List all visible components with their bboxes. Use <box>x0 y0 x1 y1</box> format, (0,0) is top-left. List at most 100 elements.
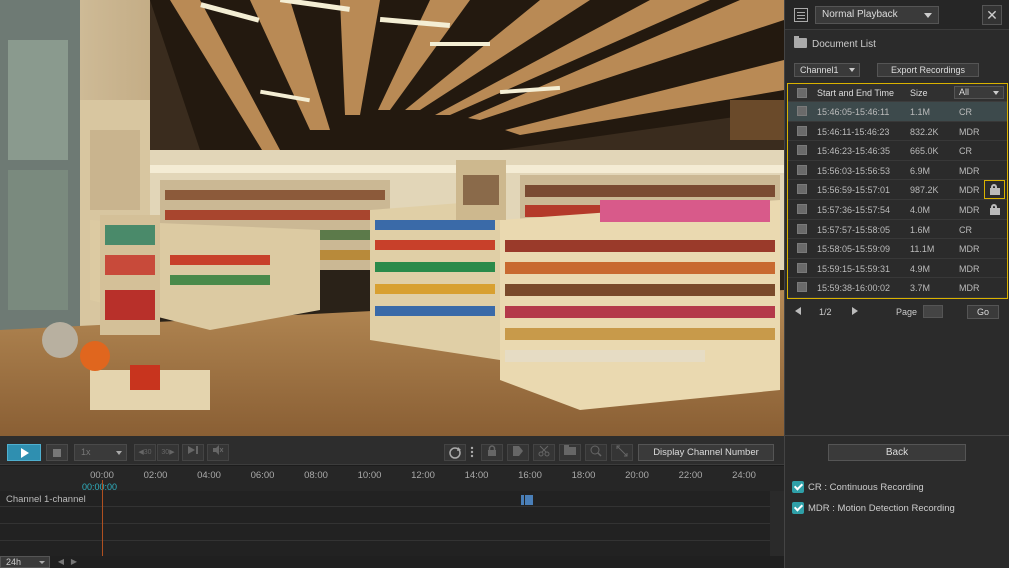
row-type: CR <box>959 146 972 157</box>
timeline-tick-label: 24:00 <box>732 470 756 481</box>
row-checkbox[interactable] <box>797 262 807 273</box>
go-button[interactable]: Go <box>967 305 999 319</box>
recording-segment[interactable] <box>521 495 533 505</box>
refresh-icon <box>449 447 461 459</box>
speed-select[interactable]: 1x <box>74 444 127 461</box>
timeline-tick-label: 02:00 <box>143 470 168 481</box>
row-type: MDR <box>959 244 980 255</box>
row-checkbox[interactable] <box>797 243 807 254</box>
table-row[interactable]: 15:56:59-15:57:01 987.2K MDR <box>788 180 1007 200</box>
row-size: 3.7M <box>910 283 931 294</box>
lock-button[interactable] <box>481 444 503 461</box>
step-forward-icon <box>188 446 198 454</box>
row-checkbox[interactable] <box>797 204 807 214</box>
row-size: 1.1M <box>910 107 931 117</box>
zoom-icon <box>590 445 602 457</box>
table-row[interactable]: 15:46:05-15:46:11 1.1M CR <box>788 102 1007 122</box>
mute-button[interactable] <box>207 444 229 461</box>
recordings-table: Start and End Time Size All 15:46:05-15:… <box>787 83 1008 299</box>
frame-step-button[interactable] <box>182 444 204 461</box>
previous-page-icon[interactable] <box>795 307 801 315</box>
speaker-muted-icon <box>213 445 224 455</box>
legend-mdr[interactable]: MDR : Motion Detection Recording <box>792 502 955 516</box>
clip-button[interactable] <box>533 444 555 461</box>
table-row[interactable]: 15:59:15-15:59:31 4.9M MDR <box>788 259 1007 279</box>
timeline-scroll-left-icon[interactable]: ◀ <box>56 557 66 567</box>
table-row[interactable]: 15:46:11-15:46:23 832.2K MDR <box>788 122 1007 142</box>
table-row[interactable]: 15:57:57-15:58:05 1.6M CR <box>788 220 1007 240</box>
video-playback-view[interactable] <box>0 0 784 436</box>
folder-button[interactable] <box>559 444 581 461</box>
row-checkbox[interactable] <box>797 106 807 116</box>
row-checkbox[interactable] <box>797 282 807 293</box>
fullscreen-icon <box>616 445 628 457</box>
forward-30s-button[interactable]: 30▶ <box>157 444 179 461</box>
export-recordings-button[interactable]: Export Recordings <box>877 63 979 77</box>
timeline-zoom-select[interactable]: 24h <box>0 556 50 568</box>
timeline-cursor[interactable] <box>102 480 103 568</box>
row-size: 1.6M <box>910 224 931 235</box>
legend-cr-label: CR : Continuous Recording <box>808 482 924 493</box>
row-type: MDR <box>959 185 980 196</box>
playback-mode-select[interactable]: Normal Playback <box>815 6 939 24</box>
row-checkbox[interactable] <box>797 164 807 175</box>
timeline-tick-label: 16:00 <box>518 470 542 481</box>
row-size: 832.2K <box>910 126 939 137</box>
rewind-30s-button[interactable]: ◀30 <box>134 444 156 461</box>
row-type: MDR <box>959 205 980 215</box>
chevron-down-icon <box>849 68 855 72</box>
table-row[interactable]: 15:46:23-15:46:35 665.0K CR <box>788 141 1007 161</box>
row-checkbox[interactable] <box>797 125 807 136</box>
cr-checkbox[interactable] <box>792 481 804 493</box>
zoom-button[interactable] <box>585 444 607 461</box>
timeline-channel-label: Channel 1-channel <box>6 494 86 505</box>
timeline-scroll-right-icon[interactable]: ▶ <box>69 557 79 567</box>
next-page-icon[interactable] <box>852 307 858 315</box>
table-row[interactable]: 15:59:38-16:00:02 3.7M MDR <box>788 278 1007 298</box>
menu-icon[interactable] <box>794 8 808 22</box>
table-row[interactable]: 15:56:03-15:56:53 6.9M MDR <box>788 161 1007 181</box>
tag-button[interactable] <box>507 444 529 461</box>
row-type: MDR <box>959 126 980 137</box>
fullscreen-button[interactable] <box>611 444 633 461</box>
refresh-button[interactable] <box>444 444 466 461</box>
timeline-scrollbar[interactable] <box>770 491 784 556</box>
channel-select[interactable]: Channel1 <box>794 63 860 77</box>
stop-button[interactable] <box>46 444 68 461</box>
table-row[interactable]: 15:57:36-15:57:54 4.0M MDR <box>788 200 1007 220</box>
row-checkbox[interactable] <box>797 184 807 195</box>
row-time: 15:46:05-15:46:11 <box>817 107 890 117</box>
more-options-icon[interactable] <box>468 444 476 461</box>
row-time: 15:46:11-15:46:23 <box>817 126 890 137</box>
row-type: CR <box>959 224 972 235</box>
lock-icon[interactable] <box>989 204 1001 215</box>
row-checkbox[interactable] <box>797 223 807 234</box>
close-button[interactable]: ✕ <box>982 5 1002 25</box>
row-time: 15:46:23-15:46:35 <box>817 146 891 157</box>
display-channel-number-button[interactable]: Display Channel Number <box>638 444 774 461</box>
play-button[interactable] <box>7 444 41 461</box>
timeline-tick-label: 18:00 <box>571 470 596 481</box>
select-all-checkbox[interactable] <box>797 88 807 98</box>
row-checkbox[interactable] <box>797 145 807 156</box>
document-list-title: Document List <box>794 36 876 52</box>
timeline[interactable]: 00:00 02:00 04:00 06:00 08:00 10:00 12:00 14:00… <box>0 466 784 568</box>
scissors-icon <box>538 445 550 457</box>
row-type: MDR <box>959 165 980 176</box>
back-button[interactable]: Back <box>828 444 966 461</box>
legend-cr[interactable]: CR : Continuous Recording <box>792 481 924 495</box>
timeline-tick-label: 14:00 <box>464 470 489 481</box>
timeline-tick-label: 04:00 <box>197 470 221 481</box>
lock-icon[interactable] <box>984 180 1005 200</box>
timeline-tracks[interactable]: Channel 1-channel <box>0 491 770 559</box>
channel-value: Channel1 <box>800 65 839 75</box>
table-row[interactable]: 15:58:05-15:59:09 11.1M MDR <box>788 239 1007 259</box>
record-type-filter-value: All <box>959 87 970 97</box>
chevron-down-icon <box>39 561 45 564</box>
store-camera-image <box>0 0 784 436</box>
mdr-checkbox[interactable] <box>792 502 804 514</box>
record-type-filter-select[interactable]: All <box>954 86 1004 99</box>
row-size: 4.0M <box>910 205 931 215</box>
page-number-input[interactable] <box>923 305 943 318</box>
chevron-down-icon <box>993 91 999 95</box>
